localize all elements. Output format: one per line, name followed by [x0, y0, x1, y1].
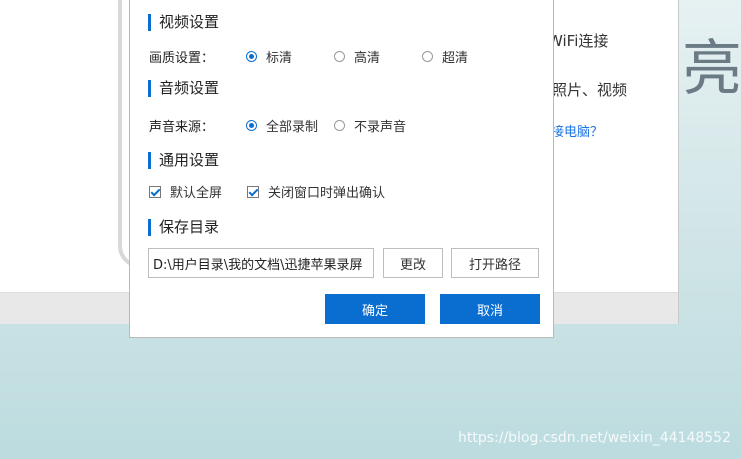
radio-label: 全部录制: [266, 120, 319, 135]
bg-connect-link[interactable]: 接电脑？: [551, 121, 603, 140]
quality-radio-hd[interactable]: 高清: [334, 47, 380, 66]
radio-label: 标清: [266, 51, 293, 66]
quality-label: 画质设置：: [149, 51, 215, 66]
checkbox-label: 关闭窗口时弹出确认: [268, 186, 386, 201]
checkbox-checked-icon: [247, 185, 259, 198]
audio-radio-all[interactable]: 全部录制: [246, 116, 318, 135]
checkbox-checked-icon: [149, 185, 161, 198]
audio-source-label: 声音来源：: [149, 120, 215, 135]
radio-unselected-icon: [334, 51, 345, 62]
change-path-button[interactable]: 更改: [383, 248, 443, 278]
quality-radio-sd[interactable]: 标清: [246, 47, 292, 66]
settings-dialog: 视频设置 画质设置： 标清 高清 超清 音频设置 声音来源： 全部录制 不录声音…: [129, 0, 554, 338]
confirm-button[interactable]: 确定: [325, 294, 425, 324]
checkbox-default-fullscreen[interactable]: 默认全屏: [149, 182, 222, 201]
radio-unselected-icon: [334, 120, 345, 131]
save-dir-title: 保存目录: [148, 219, 219, 236]
checkbox-label: 默认全屏: [170, 186, 223, 201]
radio-selected-icon: [246, 51, 257, 62]
radio-selected-icon: [246, 120, 257, 131]
bg-wifi-text: WiFi连接: [548, 32, 609, 50]
quality-radio-fhd[interactable]: 超清: [422, 47, 468, 66]
radio-label: 超清: [442, 51, 469, 66]
radio-label: 高清: [354, 51, 381, 66]
bg-photos-text: 照片、视频: [552, 81, 628, 99]
radio-unselected-icon: [422, 51, 433, 62]
general-settings-title: 通用设置: [148, 152, 219, 169]
audio-radio-none[interactable]: 不录声音: [334, 116, 406, 135]
checkbox-confirm-on-close[interactable]: 关闭窗口时弹出确认: [247, 182, 385, 201]
video-settings-title: 视频设置: [148, 14, 219, 31]
save-path-input[interactable]: [148, 248, 374, 278]
audio-settings-title: 音频设置: [148, 80, 219, 97]
open-path-button[interactable]: 打开路径: [451, 248, 539, 278]
watermark: https://blog.csdn.net/weixin_44148552: [457, 430, 731, 446]
radio-label: 不录声音: [354, 120, 407, 135]
bg-deco-char: 亮: [682, 34, 741, 104]
cancel-button[interactable]: 取消: [440, 294, 540, 324]
